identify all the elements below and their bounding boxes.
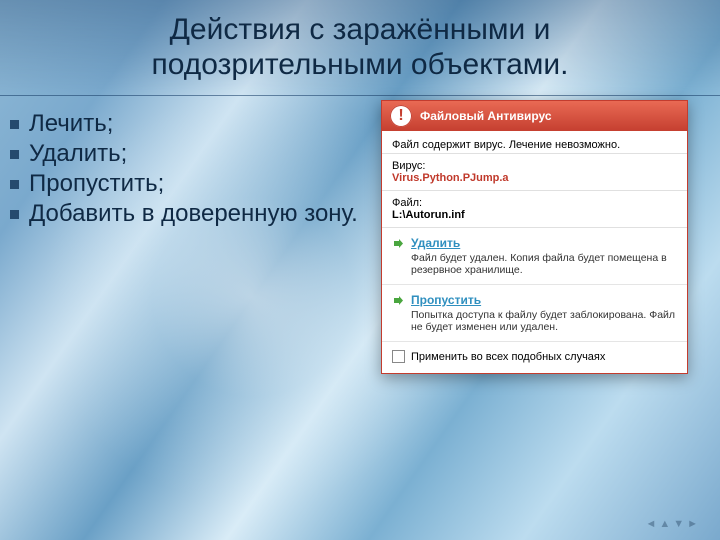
- action-desc: Файл будет удален. Копия файла будет пом…: [411, 252, 677, 276]
- dialog-subtitle: Файл содержит вирус. Лечение невозможно.: [382, 131, 687, 154]
- bullet-icon: [10, 180, 19, 189]
- action-delete[interactable]: Удалить Файл будет удален. Копия файла б…: [382, 228, 687, 285]
- bullet-text: Лечить;: [29, 110, 360, 138]
- checkbox-label: Применить во всех подобных случаях: [411, 351, 605, 363]
- bullet-icon: [10, 120, 19, 129]
- nav-up-icon[interactable]: ▲: [659, 518, 670, 530]
- list-item: Пропустить;: [10, 170, 360, 198]
- nav-down-icon[interactable]: ▼: [673, 518, 684, 530]
- list-item: Добавить в доверенную зону.: [10, 200, 360, 228]
- action-desc: Попытка доступа к файлу будет заблокиров…: [411, 309, 677, 333]
- action-label: Удалить: [411, 236, 460, 250]
- bullet-icon: [10, 210, 19, 219]
- nav-next-icon[interactable]: ►: [687, 518, 698, 530]
- action-skip[interactable]: Пропустить Попытка доступа к файлу будет…: [382, 285, 687, 342]
- bullet-text: Удалить;: [29, 140, 360, 168]
- file-row: Файл: L:\Autorun.inf: [382, 191, 687, 228]
- nav-arrows: ◄ ▲ ▼ ►: [645, 518, 698, 530]
- arrow-right-icon: [392, 237, 405, 250]
- list-item: Лечить;: [10, 110, 360, 138]
- apply-all-checkbox[interactable]: [392, 350, 405, 363]
- slide-title: Действия с заражёнными и подозрительными…: [0, 13, 720, 82]
- bullet-list: Лечить; Удалить; Пропустить; Добавить в …: [10, 110, 360, 230]
- virus-value: Virus.Python.PJump.a: [392, 172, 509, 184]
- dialog-title: Файловый Антивирус: [420, 109, 552, 123]
- bullet-icon: [10, 150, 19, 159]
- dialog-footer: Применить во всех подобных случаях: [382, 342, 687, 373]
- alert-icon: !: [390, 105, 412, 127]
- virus-label: Вирус:: [392, 160, 677, 172]
- file-value: L:\Autorun.inf: [392, 209, 465, 221]
- dialog-header: ! Файловый Антивирус: [382, 101, 687, 131]
- antivirus-dialog: ! Файловый Антивирус Файл содержит вирус…: [381, 100, 688, 374]
- title-band: Действия с заражёнными и подозрительными…: [0, 0, 720, 96]
- nav-prev-icon[interactable]: ◄: [645, 518, 656, 530]
- bullet-text: Пропустить;: [29, 170, 360, 198]
- list-item: Удалить;: [10, 140, 360, 168]
- virus-row: Вирус: Virus.Python.PJump.a: [382, 154, 687, 191]
- file-label: Файл:: [392, 197, 677, 209]
- bullet-text: Добавить в доверенную зону.: [29, 200, 360, 228]
- arrow-right-icon: [392, 294, 405, 307]
- slide: Действия с заражёнными и подозрительными…: [0, 0, 720, 540]
- action-label: Пропустить: [411, 293, 481, 307]
